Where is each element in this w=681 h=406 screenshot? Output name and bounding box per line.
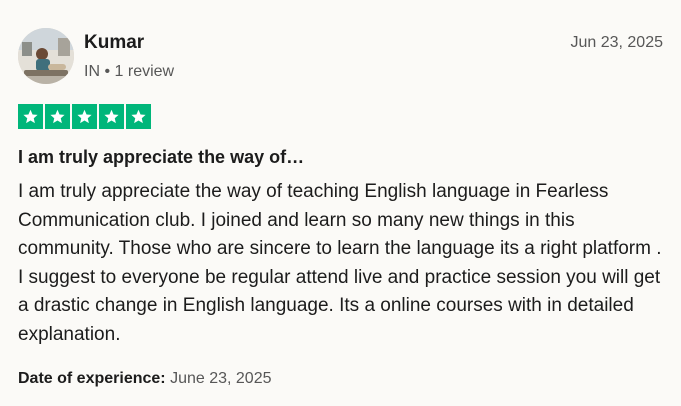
avatar[interactable] — [18, 28, 74, 84]
star-icon — [99, 104, 124, 129]
reviewer-meta: IN • 1 review — [84, 62, 174, 82]
star-icon — [72, 104, 97, 129]
review-header: Kumar IN • 1 review Jun 23, 2025 — [18, 28, 663, 88]
review-body: I am truly appreciate the way of teachin… — [18, 181, 662, 345]
star-icon — [126, 104, 151, 129]
star-icon — [18, 104, 43, 129]
meta-separator: • — [104, 63, 111, 80]
star-icon — [45, 104, 70, 129]
experience-date: June 23, 2025 — [170, 370, 272, 387]
reviewer-name[interactable]: Kumar — [84, 32, 144, 54]
star-rating — [18, 104, 151, 129]
review-date: Jun 23, 2025 — [570, 34, 663, 51]
review-card: Kumar IN • 1 review Jun 23, 2025 I am tr… — [0, 0, 681, 406]
experience-label: Date of experience: — [18, 370, 166, 387]
user-avatar-photo-icon — [18, 28, 74, 84]
reviewer-country: IN — [84, 63, 100, 80]
date-of-experience: Date of experience: June 23, 2025 — [18, 369, 271, 389]
review-title[interactable]: I am truly appreciate the way of… — [18, 146, 304, 168]
reviewer-review-count: 1 review — [114, 63, 175, 80]
